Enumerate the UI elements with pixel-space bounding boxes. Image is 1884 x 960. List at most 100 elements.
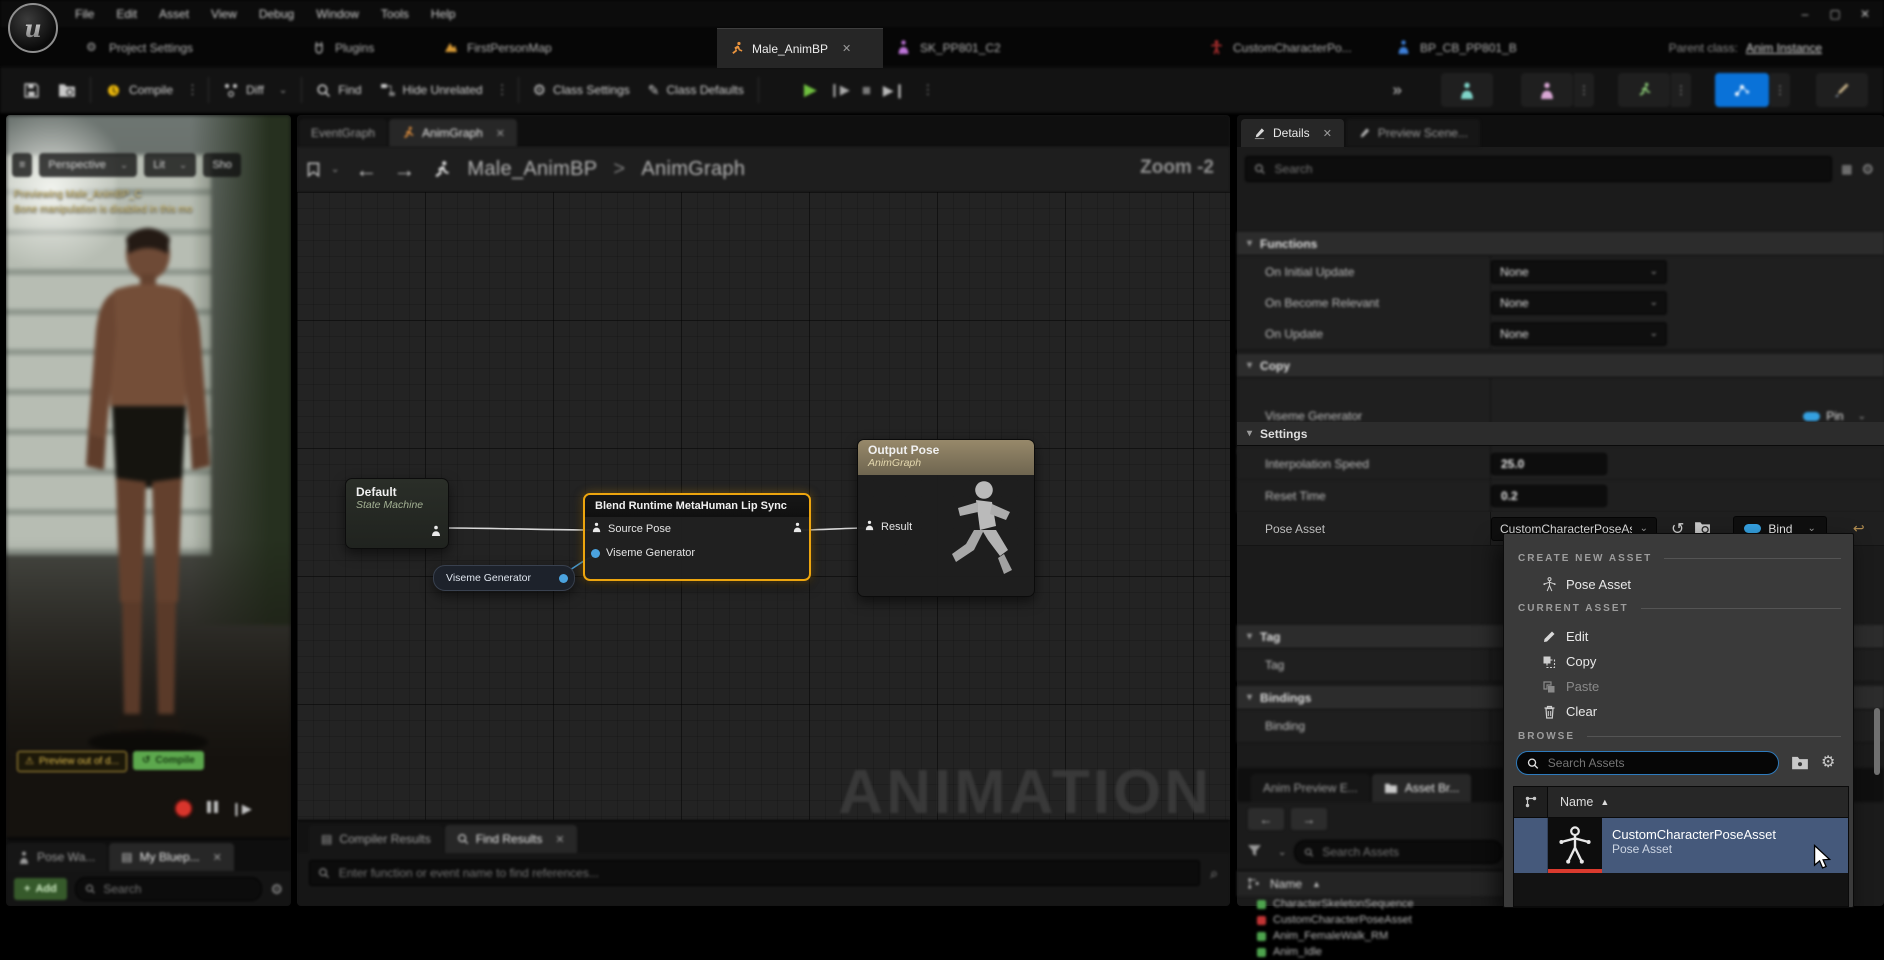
tab-asset-browser[interactable]: Asset Br... — [1372, 774, 1472, 802]
reset-time-input[interactable]: 0.2 — [1491, 485, 1607, 507]
class-defaults-button[interactable]: ✎ Class Defaults — [639, 67, 753, 113]
search-in-browser-icon[interactable]: ⌕ — [1210, 865, 1218, 882]
find-references-input[interactable] — [337, 865, 1191, 881]
find-references-search[interactable] — [309, 860, 1200, 886]
menu-folder-icon[interactable] — [1791, 755, 1809, 773]
blueprint-mode-button[interactable] — [1715, 73, 1769, 107]
overflow-chevron-icon[interactable]: » — [1384, 67, 1411, 113]
tab-animgraph[interactable]: AnimGraph ✕ — [389, 119, 517, 147]
close-button[interactable]: ✕ — [1850, 3, 1880, 25]
on-initial-update-combo[interactable]: None⌄ — [1491, 260, 1667, 284]
play-icon[interactable]: ▶ — [804, 80, 817, 100]
perspective-button[interactable]: Perspective⌄ — [39, 153, 137, 177]
show-button[interactable]: Sho — [203, 153, 241, 177]
close-tab-icon[interactable]: ✕ — [842, 42, 851, 55]
menu-file[interactable]: File — [64, 0, 105, 28]
asset-browser-search-input[interactable] — [1320, 844, 1493, 860]
on-update-combo[interactable]: None⌄ — [1491, 322, 1667, 346]
debug-persona-teal-button[interactable] — [1441, 73, 1493, 107]
tab-preview-scene[interactable]: Preview Scene... — [1346, 119, 1480, 147]
tab-compiler-results[interactable]: ▤ Compiler Results — [309, 825, 443, 853]
menu-item-paste[interactable]: Paste — [1504, 674, 1853, 699]
interpolation-speed-input[interactable]: 25.0 — [1491, 453, 1607, 475]
asset-row[interactable]: Anim_Idle — [1237, 944, 1503, 960]
pose-output-pin[interactable] — [430, 525, 442, 540]
asset-row[interactable]: Anim_FemaleWalk_RM — [1237, 928, 1503, 944]
tab-my-blueprint[interactable]: ▤ My Bluep... ✕ — [109, 843, 234, 871]
menu-settings-gear-icon[interactable]: ⚙ — [1821, 752, 1835, 772]
tab-details[interactable]: Details ✕ — [1241, 119, 1344, 147]
tab-firstpersonmap[interactable]: FirstPersonMap — [432, 28, 564, 67]
details-search-input[interactable] — [1273, 161, 1824, 177]
asset-row[interactable]: CustomCharacterPoseAsset — [1237, 912, 1503, 928]
add-button[interactable]: + Add — [14, 878, 67, 900]
diff-button[interactable]: Diff⌄ — [214, 67, 296, 113]
scrollbar-thumb[interactable] — [1874, 708, 1880, 775]
node-blend-runtime-metahuman-lipsync[interactable]: Blend Runtime MetaHuman Lip Sync Source … — [583, 493, 811, 581]
menu-selected-asset-row[interactable]: CustomCharacterPoseAsset Pose Asset — [1514, 818, 1848, 873]
compile-button[interactable]: Compile — [96, 67, 182, 113]
class-settings-button[interactable]: ⚙ Class Settings — [524, 67, 639, 113]
close-icon[interactable]: ✕ — [213, 851, 222, 864]
compile-options-icon[interactable]: ⋮ — [182, 82, 203, 98]
anim-mode-button[interactable] — [1618, 73, 1670, 107]
object-output-pin[interactable] — [559, 574, 568, 583]
menu-item-copy[interactable]: Copy — [1504, 649, 1853, 674]
save-button[interactable] — [14, 67, 49, 113]
node-viseme-generator-variable[interactable]: Viseme Generator — [433, 565, 575, 591]
section-copy[interactable]: ▾ Copy — [1237, 354, 1884, 378]
asset-browser-search[interactable] — [1294, 840, 1503, 864]
tab-project-settings[interactable]: ⚙ Project Settings — [74, 28, 205, 67]
node-output-pose[interactable]: Output Pose AnimGraph Result — [857, 439, 1035, 597]
pose-output-pin[interactable] — [792, 522, 803, 536]
menu-edit[interactable]: Edit — [105, 0, 148, 28]
menu-item-clear[interactable]: Clear — [1504, 699, 1853, 724]
pose-input-pin[interactable] — [591, 522, 602, 536]
menu-item-new-pose-asset[interactable]: Pose Asset — [1504, 572, 1853, 597]
tab-plugins[interactable]: Plugins — [300, 28, 386, 67]
object-input-pin[interactable] — [591, 549, 600, 558]
menu-window[interactable]: Window — [305, 0, 370, 28]
menu-help[interactable]: Help — [420, 0, 467, 28]
filter-gear-icon[interactable]: ⚙ — [270, 881, 283, 898]
reset-to-default-icon[interactable]: ↩ — [1853, 520, 1865, 537]
on-become-relevant-combo[interactable]: None⌄ — [1491, 291, 1667, 315]
section-settings[interactable]: ▾ Settings — [1237, 422, 1884, 446]
tab-customcharacterpose[interactable]: CustomCharacterPo... — [1198, 28, 1364, 67]
asset-list-header[interactable]: Name ▲ — [1237, 870, 1503, 896]
pose-input-pin[interactable] — [864, 520, 875, 534]
close-icon[interactable]: ✕ — [555, 833, 564, 846]
tab-find-results[interactable]: Find Results ✕ — [445, 825, 577, 853]
record-icon[interactable] — [174, 799, 193, 818]
nav-forward-icon[interactable]: → — [393, 157, 415, 183]
display-options-icon[interactable]: ▦ — [1841, 162, 1852, 176]
node-default-statemachine[interactable]: Default State Machine — [345, 478, 449, 549]
paint-mode-button[interactable] — [1816, 73, 1868, 107]
graph-canvas[interactable]: ANIMATION Default State Machine Viseme G… — [297, 192, 1230, 820]
menu-item-edit[interactable]: Edit — [1504, 624, 1853, 649]
preview-out-of-date-button[interactable]: ⚠ Preview out of d... — [17, 751, 127, 772]
tab-eventgraph[interactable]: EventGraph — [299, 119, 387, 147]
history-forward-icon[interactable]: → — [1291, 808, 1327, 830]
hide-unrelated-button[interactable]: Hide Unrelated — [371, 67, 492, 113]
parent-class-link[interactable]: Anim Instance — [1746, 41, 1822, 55]
breadcrumb-root[interactable]: Male_AnimBP — [467, 158, 597, 181]
tab-sk-pp801-c2[interactable]: SK_PP801_C2 — [885, 28, 1013, 67]
stop-icon[interactable]: ■ — [862, 82, 871, 99]
menu-asset-list-header[interactable]: Name ▲ — [1514, 787, 1848, 818]
section-functions[interactable]: ▾ Functions — [1237, 232, 1884, 256]
menu-tools[interactable]: Tools — [370, 0, 420, 28]
persona-pink-options-icon[interactable]: ⋮ — [1574, 73, 1594, 107]
frame-skip-icon[interactable]: ❙▶ — [829, 82, 850, 98]
blueprint-mode-options-icon[interactable]: ⋮ — [1770, 73, 1790, 107]
close-icon[interactable]: ✕ — [1323, 127, 1332, 140]
browse-asset-button[interactable] — [49, 67, 85, 113]
viewport-compile-button[interactable]: ↺ Compile — [133, 751, 204, 770]
details-settings-gear-icon[interactable]: ⚙ — [1861, 161, 1874, 178]
menu-search-assets-input[interactable] — [1546, 755, 1768, 771]
find-button[interactable]: Find — [307, 67, 370, 113]
lit-button[interactable]: Lit⌄ — [144, 153, 196, 177]
breadcrumb-leaf[interactable]: AnimGraph — [641, 158, 745, 181]
menu-asset[interactable]: Asset — [148, 0, 200, 28]
pause-icon[interactable] — [205, 801, 219, 816]
